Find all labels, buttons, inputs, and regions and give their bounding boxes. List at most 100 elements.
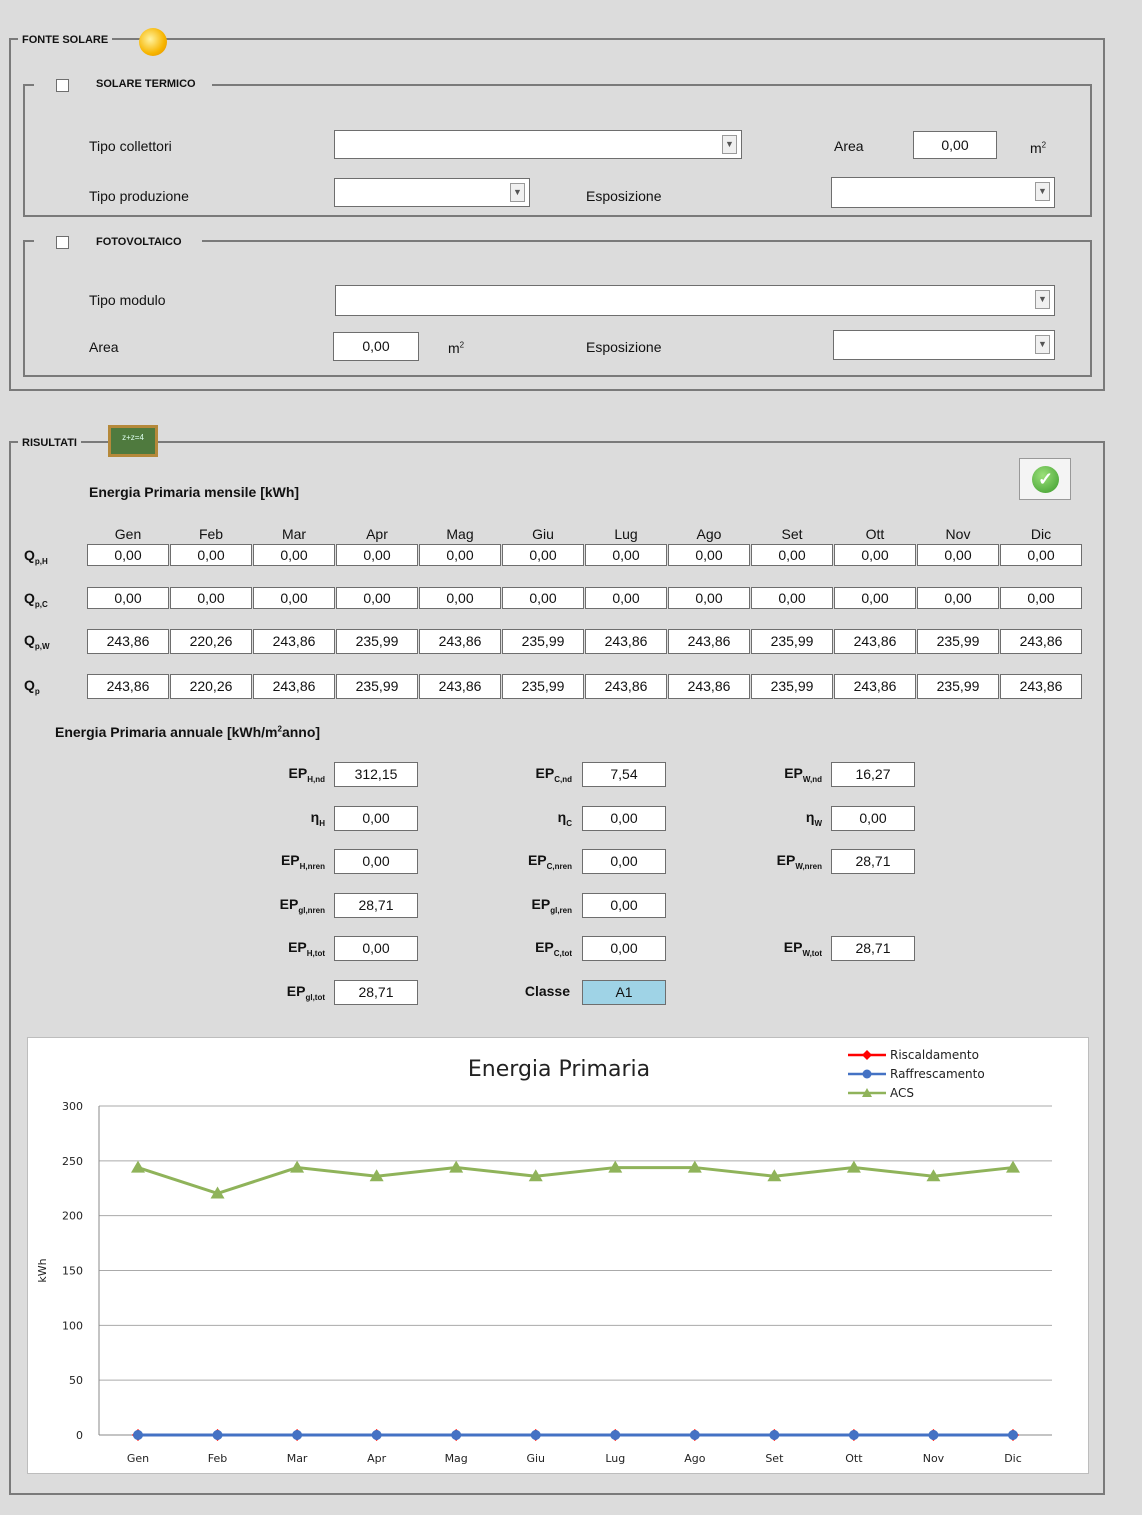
termico-area-unit: m2: [1030, 140, 1047, 156]
ep-value-w-nren[interactable]: 28,71: [831, 849, 915, 874]
table-cell[interactable]: 243,86: [834, 674, 916, 699]
risultati-label: RISULTATI: [22, 437, 77, 449]
row-label: Qp: [24, 677, 40, 696]
ep-value-eta-h[interactable]: 0,00: [334, 806, 418, 831]
table-cell[interactable]: 0,00: [253, 587, 335, 609]
ep-value-gl-nren[interactable]: 28,71: [334, 893, 418, 918]
table-cell[interactable]: 235,99: [751, 674, 833, 699]
chevron-down-icon[interactable]: ▼: [510, 183, 525, 202]
x-tick-label: Apr: [367, 1452, 387, 1465]
table-cell[interactable]: 243,86: [834, 629, 916, 654]
ep-value-gl-ren[interactable]: 0,00: [582, 893, 666, 918]
x-tick-label: Set: [765, 1452, 784, 1465]
table-cell[interactable]: 243,86: [668, 629, 750, 654]
annual-title: Energia Primaria annuale [kWh/m2anno]: [55, 724, 321, 740]
table-cell[interactable]: 0,00: [1000, 544, 1082, 566]
table-cell[interactable]: 235,99: [751, 629, 833, 654]
table-cell[interactable]: 0,00: [668, 544, 750, 566]
fv-area-input[interactable]: 0,00: [333, 332, 419, 361]
table-cell[interactable]: 0,00: [170, 587, 252, 609]
fonte-solare-legend: FONTE SOLARE: [18, 32, 113, 48]
tipo-modulo-select[interactable]: ▼: [335, 285, 1055, 316]
fonte-solare-label: FONTE SOLARE: [22, 34, 109, 46]
confirm-check-icon[interactable]: ✓: [1019, 458, 1071, 500]
table-cell[interactable]: 235,99: [336, 674, 418, 699]
ep-value-h-nren[interactable]: 0,00: [334, 849, 418, 874]
table-cell[interactable]: 0,00: [751, 544, 833, 566]
table-cell[interactable]: 243,86: [87, 674, 169, 699]
table-cell[interactable]: 243,86: [419, 629, 501, 654]
chevron-down-icon[interactable]: ▼: [722, 135, 737, 154]
ep-value-c-nd[interactable]: 7,54: [582, 762, 666, 787]
termico-area-input[interactable]: 0,00: [913, 131, 997, 159]
y-tick-label: 150: [62, 1265, 83, 1278]
ep-value-w-nd[interactable]: 16,27: [831, 762, 915, 787]
table-cell[interactable]: 0,00: [585, 587, 667, 609]
table-cell[interactable]: 0,00: [668, 587, 750, 609]
data-point: [1006, 1160, 1020, 1173]
solare-termico-checkbox[interactable]: [56, 79, 69, 92]
x-tick-label: Nov: [923, 1452, 945, 1465]
ep-value-c-nren[interactable]: 0,00: [582, 849, 666, 874]
table-cell[interactable]: 243,86: [668, 674, 750, 699]
table-cell[interactable]: 220,26: [170, 629, 252, 654]
termico-area-label: Area: [834, 138, 864, 154]
table-cell[interactable]: 243,86: [585, 629, 667, 654]
table-cell[interactable]: 0,00: [502, 587, 584, 609]
table-cell[interactable]: 0,00: [253, 544, 335, 566]
table-cell[interactable]: 0,00: [87, 544, 169, 566]
table-cell[interactable]: 235,99: [336, 629, 418, 654]
table-cell[interactable]: 0,00: [87, 587, 169, 609]
table-cell[interactable]: 243,86: [419, 674, 501, 699]
table-cell[interactable]: 243,86: [253, 629, 335, 654]
classe-label: Classe: [524, 983, 570, 999]
ep-value-gl-tot[interactable]: 28,71: [334, 980, 418, 1005]
row-label: Qp,C: [24, 590, 48, 609]
table-cell[interactable]: 235,99: [917, 674, 999, 699]
table-cell[interactable]: 243,86: [253, 674, 335, 699]
legend-marker: [862, 1069, 872, 1079]
table-cell[interactable]: 243,86: [87, 629, 169, 654]
data-point: [292, 1430, 303, 1440]
month-header: Mag: [446, 526, 474, 542]
table-cell[interactable]: 0,00: [585, 544, 667, 566]
chevron-down-icon[interactable]: ▼: [1035, 335, 1050, 354]
ep-value-c-tot[interactable]: 0,00: [582, 936, 666, 961]
x-tick-label: Lug: [605, 1452, 625, 1465]
table-cell[interactable]: 0,00: [502, 544, 584, 566]
table-cell[interactable]: 243,86: [1000, 674, 1082, 699]
table-cell[interactable]: 0,00: [834, 544, 916, 566]
table-cell[interactable]: 235,99: [502, 629, 584, 654]
table-cell[interactable]: 235,99: [502, 674, 584, 699]
ep-value-w-tot[interactable]: 28,71: [831, 936, 915, 961]
tipo-produzione-select[interactable]: ▼: [334, 178, 530, 207]
table-cell[interactable]: 235,99: [917, 629, 999, 654]
chevron-down-icon[interactable]: ▼: [1035, 290, 1050, 309]
table-cell[interactable]: 0,00: [170, 544, 252, 566]
ep-value-h-tot[interactable]: 0,00: [334, 936, 418, 961]
fotovoltaico-checkbox[interactable]: [56, 236, 69, 249]
table-cell[interactable]: 0,00: [834, 587, 916, 609]
table-cell[interactable]: 0,00: [336, 587, 418, 609]
tipo-collettori-label: Tipo collettori: [89, 138, 172, 154]
table-cell[interactable]: 0,00: [419, 544, 501, 566]
table-cell[interactable]: 220,26: [170, 674, 252, 699]
data-point: [133, 1430, 143, 1440]
table-cell[interactable]: 0,00: [336, 544, 418, 566]
table-cell[interactable]: 0,00: [917, 544, 999, 566]
y-tick-label: 200: [62, 1210, 83, 1223]
fv-esposizione-select[interactable]: ▼: [833, 330, 1055, 360]
table-cell[interactable]: 243,86: [1000, 629, 1082, 654]
table-cell[interactable]: 243,86: [585, 674, 667, 699]
termico-esposizione-select[interactable]: ▼: [831, 177, 1055, 208]
x-tick-label: Mag: [445, 1452, 468, 1465]
table-cell[interactable]: 0,00: [1000, 587, 1082, 609]
chevron-down-icon[interactable]: ▼: [1035, 182, 1050, 201]
table-cell[interactable]: 0,00: [419, 587, 501, 609]
ep-value-h-nd[interactable]: 312,15: [334, 762, 418, 787]
tipo-collettori-select[interactable]: ▼: [334, 130, 742, 159]
table-cell[interactable]: 0,00: [917, 587, 999, 609]
ep-value-eta-w[interactable]: 0,00: [831, 806, 915, 831]
ep-value-eta-c[interactable]: 0,00: [582, 806, 666, 831]
table-cell[interactable]: 0,00: [751, 587, 833, 609]
